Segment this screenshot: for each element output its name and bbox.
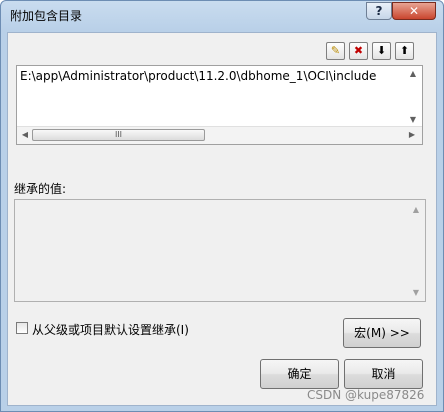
scroll-left-icon[interactable]: ◀ bbox=[18, 127, 32, 142]
dialog-title: 附加包含目录 bbox=[10, 9, 83, 23]
new-line-button[interactable]: ✎ bbox=[326, 42, 345, 60]
scroll-up-icon[interactable]: ▲ bbox=[409, 202, 423, 217]
scroll-down-icon[interactable]: ▼ bbox=[409, 285, 423, 300]
directory-vertical-scrollbar[interactable]: ▲ ▼ bbox=[405, 66, 422, 127]
scroll-right-icon[interactable]: ▶ bbox=[405, 127, 419, 142]
thumb-grip: III bbox=[114, 130, 123, 139]
directory-list[interactable]: E:\app\Administrator\product\11.2.0\dbho… bbox=[16, 65, 423, 145]
dialog-window: 附加包含目录 ? ✕ ✎ ✖ ⬇ ⬆ E:\app\Administrator\… bbox=[0, 0, 444, 412]
help-button[interactable]: ? bbox=[366, 2, 392, 20]
delete-button[interactable]: ✖ bbox=[349, 42, 368, 60]
move-up-icon: ⬆ bbox=[399, 44, 410, 57]
title-bar[interactable]: 附加包含目录 ? ✕ bbox=[1, 1, 443, 27]
inherited-vertical-scrollbar[interactable]: ▲ ▼ bbox=[408, 200, 425, 301]
scroll-up-icon[interactable]: ▲ bbox=[406, 66, 420, 81]
ok-button[interactable]: 确定 bbox=[260, 359, 339, 389]
list-item[interactable]: E:\app\Administrator\product\11.2.0\dbho… bbox=[20, 69, 376, 83]
new-line-icon: ✎ bbox=[330, 44, 341, 57]
inherited-values-box: ▲ ▼ bbox=[14, 199, 426, 302]
inherited-values-label: 继承的值: bbox=[14, 182, 67, 196]
move-down-icon: ⬇ bbox=[376, 44, 387, 57]
macro-button[interactable]: 宏(M) >> bbox=[343, 318, 421, 348]
scrollbar-thumb[interactable]: III bbox=[32, 129, 205, 141]
watermark: CSDN @kupe87826 bbox=[307, 388, 425, 402]
inherit-checkbox-label[interactable]: 从父级或项目默认设置继承(I) bbox=[32, 321, 189, 338]
directory-horizontal-scrollbar[interactable]: ◀ III ▶ bbox=[17, 126, 422, 144]
scroll-down-icon[interactable]: ▼ bbox=[406, 112, 420, 127]
close-button[interactable]: ✕ bbox=[392, 2, 436, 20]
delete-icon: ✖ bbox=[353, 44, 364, 57]
cancel-button[interactable]: 取消 bbox=[344, 359, 423, 389]
dialog-content: ✎ ✖ ⬇ ⬆ E:\app\Administrator\product\11.… bbox=[7, 32, 437, 406]
move-down-button[interactable]: ⬇ bbox=[372, 42, 391, 60]
inherit-checkbox[interactable] bbox=[16, 322, 28, 334]
move-up-button[interactable]: ⬆ bbox=[395, 42, 414, 60]
